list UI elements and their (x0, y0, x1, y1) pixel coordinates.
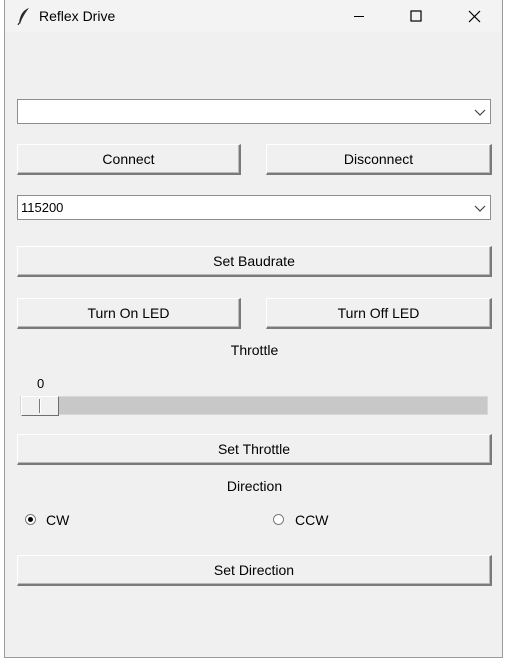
cw-radio-label[interactable]: CW (46, 512, 69, 528)
port-select[interactable] (17, 99, 491, 124)
set-throttle-button[interactable]: Set Throttle (17, 434, 492, 465)
baudrate-select[interactable]: 115200 (17, 195, 491, 220)
baudrate-select-value: 115200 (21, 200, 64, 215)
ccw-radio-label[interactable]: CCW (295, 512, 328, 528)
title-bar[interactable]: Reflex Drive (5, 0, 502, 32)
window-title: Reflex Drive (39, 8, 116, 24)
maximize-button[interactable] (393, 0, 439, 32)
cw-radio[interactable] (25, 514, 36, 525)
throttle-slider-track[interactable] (20, 396, 488, 415)
chevron-down-icon[interactable] (474, 202, 486, 214)
direction-label: Direction (226, 478, 283, 494)
maximize-icon (410, 10, 422, 22)
minimize-button[interactable] (336, 0, 382, 32)
app-window: Reflex Drive Connect Disconnect 115200 S… (4, 0, 503, 658)
chevron-down-icon[interactable] (474, 106, 486, 118)
close-button[interactable] (451, 0, 497, 32)
close-icon (468, 10, 480, 22)
set-baudrate-button[interactable]: Set Baudrate (17, 246, 492, 277)
feather-icon (17, 8, 29, 25)
disconnect-button[interactable]: Disconnect (266, 144, 492, 175)
turn-on-led-button[interactable]: Turn On LED (17, 298, 241, 329)
throttle-value: 0 (37, 376, 45, 391)
connect-button[interactable]: Connect (17, 144, 241, 175)
throttle-label: Throttle (230, 342, 279, 358)
minimize-icon (354, 16, 364, 17)
set-direction-button[interactable]: Set Direction (17, 555, 492, 586)
throttle-slider-thumb[interactable] (21, 396, 59, 416)
turn-off-led-button[interactable]: Turn Off LED (266, 298, 492, 329)
ccw-radio[interactable] (273, 514, 284, 525)
